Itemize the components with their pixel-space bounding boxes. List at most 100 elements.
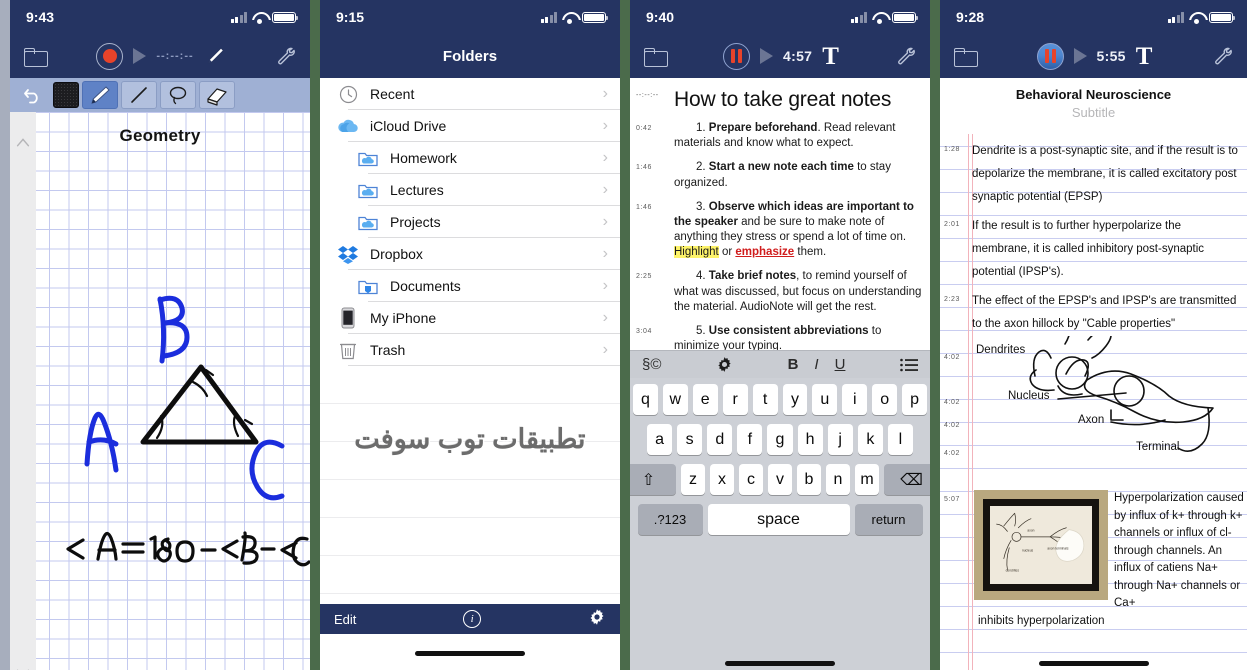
section-symbol-icon[interactable]: §©: [642, 356, 661, 373]
underline-button[interactable]: U: [835, 356, 846, 373]
gear-icon[interactable]: [716, 356, 733, 373]
note-body-4[interactable]: Behavioral Neuroscience Subtitle 1:28 De…: [940, 78, 1247, 670]
inserted-photo[interactable]: axon nucleus axon terminals dendrites: [974, 490, 1108, 600]
key-f[interactable]: f: [737, 424, 763, 455]
numbers-key[interactable]: .?123: [637, 504, 703, 535]
key-i[interactable]: i: [842, 384, 868, 415]
color-swatch-black[interactable]: [53, 82, 79, 108]
timestamp[interactable]: --:--:--: [636, 88, 670, 99]
para-bold: Prepare beforehand: [708, 122, 818, 134]
list-item-homework[interactable]: Homework ›: [320, 142, 620, 174]
key-n[interactable]: n: [826, 464, 850, 495]
key-w[interactable]: w: [662, 384, 688, 415]
list-item-my-iphone[interactable]: My iPhone ›: [320, 302, 620, 334]
note-body-3[interactable]: --:--:-- How to take great notes 0:42 1.…: [630, 78, 930, 670]
key-a[interactable]: a: [647, 424, 673, 455]
key-s[interactable]: s: [677, 424, 703, 455]
note-paragraph: 1:28 Dendrite is a post-synaptic site, a…: [940, 140, 1247, 209]
phone-screen-folders: 9:15 Folders Recent › iCloud Drive › Hom…: [320, 0, 620, 670]
line-tool[interactable]: [121, 81, 157, 109]
timestamp[interactable]: 5:07: [944, 490, 968, 613]
info-icon[interactable]: i: [463, 610, 482, 628]
return-key[interactable]: return: [854, 504, 923, 535]
key-j[interactable]: j: [827, 424, 853, 455]
key-u[interactable]: u: [812, 384, 838, 415]
text-format-icon[interactable]: T: [1136, 44, 1153, 69]
list-item-lectures[interactable]: Lectures ›: [320, 174, 620, 206]
pause-button[interactable]: [723, 42, 751, 70]
para-num: 3.: [696, 200, 706, 213]
eraser-tool[interactable]: [199, 81, 235, 109]
key-l[interactable]: l: [887, 424, 913, 455]
key-t[interactable]: t: [752, 384, 778, 415]
edit-button[interactable]: Edit: [334, 612, 356, 627]
list-icon[interactable]: [900, 358, 918, 372]
gear-icon[interactable]: [588, 608, 606, 631]
timestamp[interactable]: 1:28: [944, 140, 968, 209]
list-item-projects[interactable]: Projects ›: [320, 206, 620, 238]
undo-icon[interactable]: [16, 82, 50, 108]
timestamp[interactable]: 3:04: [636, 324, 670, 335]
onscreen-keyboard[interactable]: q w e r t y u i o p a s d f g h j k l ⇧ …: [630, 378, 930, 670]
keyboard-accessory-bar: §© B I U: [630, 350, 930, 378]
key-o[interactable]: o: [872, 384, 898, 415]
keyboard-row-2: a s d f g h j k l: [633, 424, 927, 455]
list-item-trash[interactable]: Trash ›: [320, 334, 620, 366]
list-item-documents[interactable]: Documents ›: [320, 270, 620, 302]
bold-button[interactable]: B: [788, 356, 799, 373]
key-z[interactable]: z: [681, 464, 705, 495]
page-title: Folders: [442, 47, 498, 65]
pause-button[interactable]: [1036, 42, 1064, 70]
key-r[interactable]: r: [722, 384, 748, 415]
text-format-icon[interactable]: T: [822, 44, 839, 69]
italic-button[interactable]: I: [814, 356, 818, 373]
backspace-key[interactable]: ⌫: [884, 464, 930, 495]
folder-icon[interactable]: [954, 47, 978, 67]
folder-list: Recent › iCloud Drive › Homework › Lectu…: [320, 78, 620, 632]
record-button[interactable]: [96, 42, 124, 70]
paragraph-text: The effect of the EPSP's and IPSP's are …: [972, 295, 1237, 330]
key-m[interactable]: m: [855, 464, 879, 495]
key-c[interactable]: c: [739, 464, 763, 495]
folder-icon[interactable]: [24, 47, 48, 67]
timecode-3: 4:57: [783, 48, 813, 64]
shift-key[interactable]: ⇧: [630, 464, 676, 495]
key-b[interactable]: b: [797, 464, 821, 495]
battery-icon: [892, 11, 918, 23]
key-h[interactable]: h: [797, 424, 823, 455]
play-icon[interactable]: [133, 48, 147, 64]
bottom-toolbar: Edit i: [320, 604, 620, 634]
chevron-right-icon: ›: [602, 85, 608, 102]
key-x[interactable]: x: [710, 464, 734, 495]
key-q[interactable]: q: [632, 384, 658, 415]
wrench-icon[interactable]: [276, 46, 296, 66]
key-k[interactable]: k: [857, 424, 883, 455]
play-icon[interactable]: [1073, 48, 1087, 64]
timestamp[interactable]: 0:42: [636, 121, 670, 132]
timestamp[interactable]: 2:23: [944, 290, 968, 336]
key-d[interactable]: d: [707, 424, 733, 455]
wrench-icon[interactable]: [896, 46, 916, 66]
list-item-dropbox[interactable]: Dropbox ›: [320, 238, 620, 270]
wrench-icon[interactable]: [1213, 46, 1233, 66]
list-item-icloud-drive[interactable]: iCloud Drive ›: [320, 110, 620, 142]
folder-icon[interactable]: [644, 47, 668, 67]
key-y[interactable]: y: [782, 384, 808, 415]
key-p[interactable]: p: [902, 384, 928, 415]
timestamp[interactable]: 2:25: [636, 269, 670, 280]
battery-icon: [272, 11, 298, 23]
pen-icon[interactable]: [204, 45, 226, 67]
geometry-canvas[interactable]: Geometry: [10, 112, 310, 670]
list-item-recent[interactable]: Recent ›: [320, 78, 620, 110]
svg-text:nucleus: nucleus: [1022, 548, 1034, 552]
timestamp[interactable]: 1:46: [636, 160, 670, 171]
timestamp[interactable]: 1:46: [636, 200, 670, 211]
key-v[interactable]: v: [768, 464, 792, 495]
timestamp[interactable]: 2:01: [944, 215, 968, 284]
key-g[interactable]: g: [767, 424, 793, 455]
play-icon[interactable]: [760, 48, 774, 64]
lasso-tool[interactable]: [160, 81, 196, 109]
key-e[interactable]: e: [692, 384, 718, 415]
pen-tool[interactable]: [82, 81, 118, 109]
space-key[interactable]: space: [707, 504, 850, 535]
